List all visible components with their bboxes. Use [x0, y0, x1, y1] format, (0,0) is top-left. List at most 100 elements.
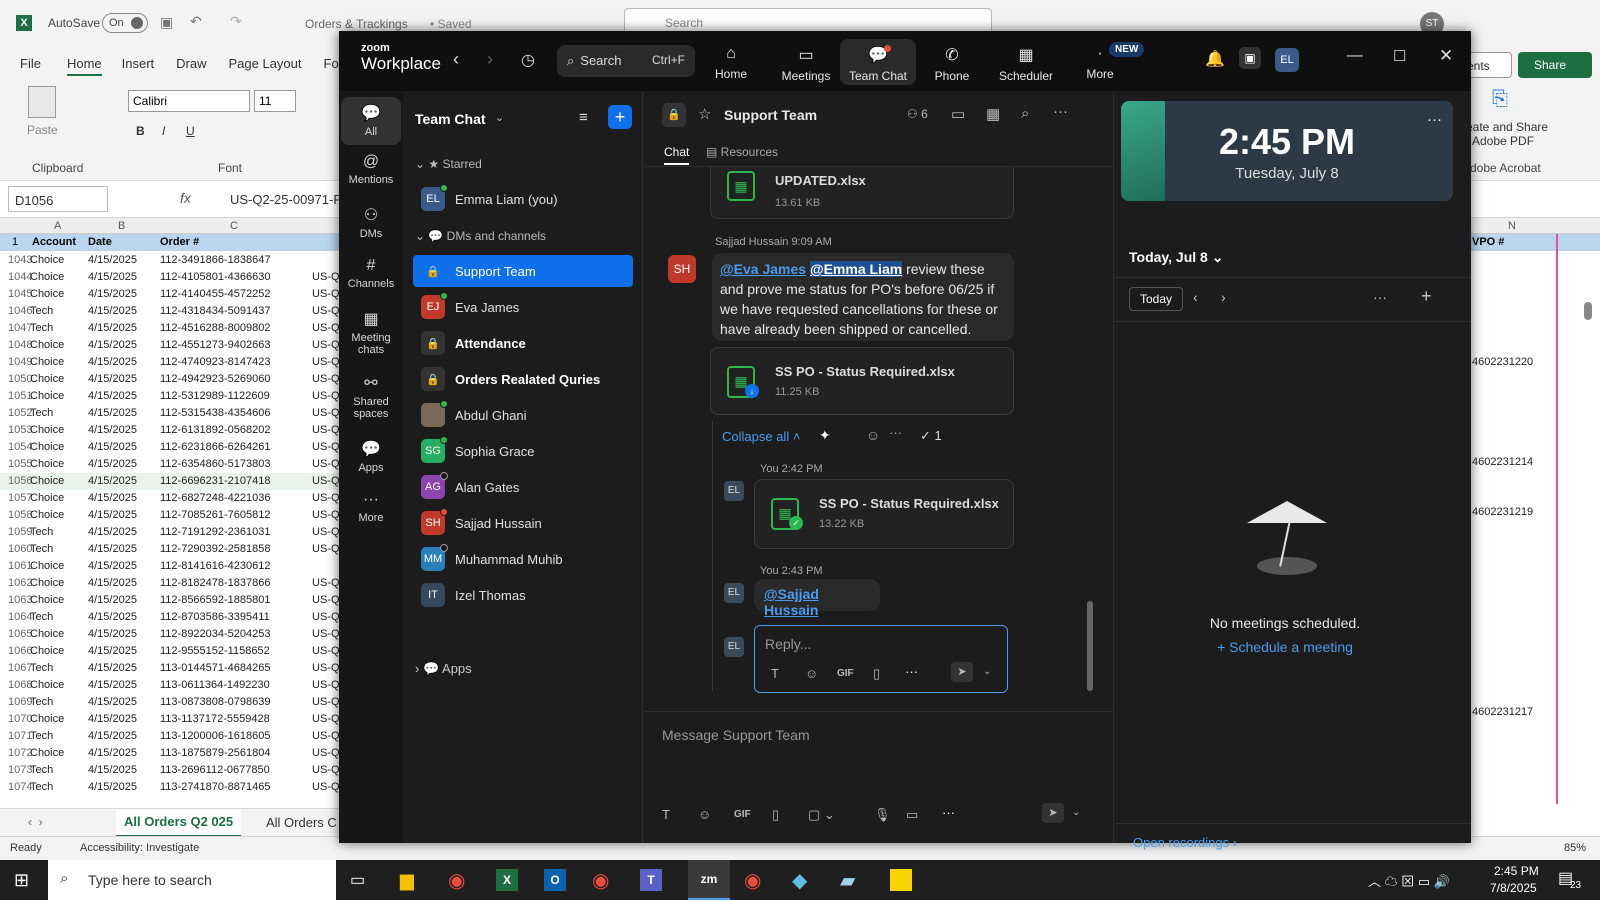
table-row[interactable]: 1057 Choice 4/15/2025 112-6827248-4221036 US… [0, 490, 340, 507]
table-cell-vpo[interactable]: US-Q [312, 543, 340, 555]
table-cell-vpo[interactable]: US-Q [312, 390, 340, 402]
menu-draw[interactable]: Draw [176, 56, 206, 76]
file-icon[interactable]: ▯ [873, 666, 880, 682]
apps-section[interactable]: › 💬 Apps [415, 661, 472, 677]
add-meeting-icon[interactable]: + [1421, 286, 1432, 307]
col-header-c[interactable]: C [230, 220, 238, 232]
list-item-abdul-ghani[interactable]: Abdul Ghani [413, 399, 633, 431]
table-cell-account[interactable]: Tech [30, 322, 53, 334]
text-format-icon[interactable]: T [771, 666, 779, 681]
font-size-select[interactable]: 11 [254, 90, 296, 112]
table-cell-vpo[interactable]: US-Q [312, 611, 340, 623]
table-cell-account[interactable]: Choice [30, 594, 64, 606]
table-row[interactable]: 1046 Tech 4/15/2025 112-4318434-5091437 US-Q [0, 303, 340, 320]
excel-taskbar-icon[interactable]: X [496, 869, 518, 891]
doc-title[interactable]: Orders & Trackings [305, 17, 408, 31]
table-cell-account[interactable]: Tech [30, 662, 53, 674]
table-cell-vpo[interactable]: US-Q [312, 509, 340, 521]
rail-channels[interactable]: # Channels [341, 257, 401, 290]
table-cell-order[interactable]: 112-8566592-1885801 [160, 594, 271, 606]
table-row[interactable]: 1050 Choice 4/15/2025 112-4942923-5269060 US… [0, 371, 340, 388]
gif-button[interactable]: GIF [837, 668, 854, 679]
table-cell-date[interactable]: 4/15/2025 [88, 373, 137, 385]
tab-resources[interactable]: ▤ Resources [706, 145, 778, 159]
paste-label[interactable]: Paste [27, 123, 58, 137]
table-cell-date[interactable]: 4/15/2025 [88, 305, 137, 317]
table-row[interactable]: 1048 Choice 4/15/2025 112-4551273-9402663 US… [0, 337, 340, 354]
tray-icons[interactable]: ︿ ☁ ⊠ ▭ 🔊 [1368, 871, 1450, 890]
send-icon[interactable]: ➤ [1042, 803, 1064, 823]
table-cell-vpo[interactable]: US-Q [312, 764, 340, 776]
table-cell-account[interactable]: Choice [30, 424, 64, 436]
send-icon[interactable]: ➤ [951, 662, 973, 682]
notifications-bell-icon[interactable]: 🔔 [1205, 49, 1225, 69]
nav-home[interactable]: ⌂ Home [693, 45, 769, 81]
table-cell-date[interactable]: 4/15/2025 [88, 611, 137, 623]
today-button[interactable]: Today [1129, 287, 1184, 311]
sheet-tab-active[interactable]: All Orders Q2 025 [116, 809, 242, 837]
table-cell-order[interactable]: 112-8703586-3395411 [160, 611, 270, 623]
table-cell-vpo[interactable]: US-Q [312, 475, 340, 487]
file-card[interactable]: ▦ UPDATED.xlsx 13.61 KB [710, 167, 1014, 219]
table-cell-account[interactable]: Tech [30, 526, 53, 538]
table-cell-order[interactable]: 112-4942923-5269060 [160, 373, 271, 385]
table-cell-order[interactable]: 113-0611364-1492230 [160, 679, 270, 691]
bold-button[interactable]: B [136, 124, 145, 138]
chevron-down-icon[interactable]: ⌄ [495, 111, 504, 124]
table-cell-vpo[interactable]: US-Q [312, 662, 340, 674]
calendar-icon[interactable]: ▦ [986, 105, 1000, 123]
table-cell-order[interactable]: 112-4318434-5091437 [160, 305, 271, 317]
table-cell-account[interactable]: Choice [30, 645, 64, 657]
table-cell-account[interactable]: Choice [30, 713, 64, 725]
col-header-b[interactable]: B [118, 220, 125, 232]
table-cell-date[interactable]: 4/15/2025 [88, 356, 137, 368]
chat-scrollbar[interactable] [1087, 601, 1093, 691]
file-icon[interactable]: ▯ [772, 807, 779, 823]
table-cell-order[interactable]: 113-1200006-1618605 [160, 730, 271, 742]
table-cell-account[interactable]: Choice [30, 577, 64, 589]
nav-scheduler[interactable]: ▦ Scheduler [988, 45, 1064, 83]
table-cell-order[interactable]: 112-5312989-1122609 [160, 390, 270, 402]
nav-phone[interactable]: ✆ Phone [914, 45, 990, 83]
table-cell-order[interactable]: 112-7290392-2581858 [160, 543, 271, 555]
table-cell-vpo[interactable]: US-Q [312, 492, 340, 504]
chrome-icon[interactable]: ◉ [744, 868, 761, 893]
table-row[interactable]: 1066 Choice 4/15/2025 112-9555152-1158652 US… [0, 643, 340, 660]
collapse-all-button[interactable]: Collapse all ˄ [722, 429, 800, 444]
table-cell-order[interactable]: 112-4551273-9402663 [160, 339, 271, 351]
table-cell-order[interactable]: 113-2696112-0677850 [160, 764, 270, 776]
table-cell-account[interactable]: Choice [30, 271, 64, 283]
text-format-icon[interactable]: T [662, 807, 670, 822]
table-cell-date[interactable]: 4/15/2025 [88, 679, 137, 691]
table-row[interactable]: 1053 Choice 4/15/2025 112-6131892-0568202 US… [0, 422, 340, 439]
table-row[interactable]: 1056 Choice 4/15/2025 112-6696231-2107418 US… [0, 473, 340, 490]
table-cell-date[interactable]: 4/15/2025 [88, 475, 137, 487]
table-cell-account[interactable]: Tech [30, 305, 53, 317]
menu-formulas[interactable]: Fo [324, 56, 339, 76]
filter-icon[interactable]: ≡ [579, 109, 588, 126]
calendar-date-select[interactable]: Today, Jul 8 ⌄ [1129, 249, 1223, 266]
table-cell-vpo[interactable]: US-Q [312, 424, 340, 436]
table-cell-account[interactable]: Tech [30, 730, 53, 742]
rail-meeting-chats[interactable]: ▦ Meeting chats [341, 309, 401, 356]
table-cell-date[interactable]: 4/15/2025 [88, 594, 137, 606]
right-col-value[interactable]: 4602231217 [1472, 706, 1533, 718]
table-row[interactable]: 1073 Tech 4/15/2025 113-2696112-0677850 US-Q [0, 762, 340, 779]
table-cell-date[interactable]: 4/15/2025 [88, 696, 137, 708]
minimize-icon[interactable]: — [1347, 47, 1363, 65]
table-cell-account[interactable]: Tech [30, 407, 53, 419]
table-row[interactable]: 1054 Choice 4/15/2025 112-6231866-6264261 US… [0, 439, 340, 456]
task-view-icon[interactable]: ▭ [350, 870, 365, 890]
adobe-line2[interactable]: Adobe PDF [1472, 134, 1534, 148]
table-cell-vpo[interactable]: US-Q [312, 271, 340, 283]
sheet-nav-icon[interactable]: ‹ › [28, 815, 43, 829]
table-cell-account[interactable]: Choice [30, 679, 64, 691]
microphone-icon[interactable]: 🎙 [874, 807, 891, 823]
list-item-eva-james[interactable]: EJ Eva James [413, 291, 633, 323]
table-cell-order[interactable]: 112-4140455-4572252 [160, 288, 271, 300]
table-cell-order[interactable]: 112-6131892-0568202 [160, 424, 271, 436]
file-explorer-icon[interactable]: ▆ [400, 870, 414, 891]
table-cell-order[interactable]: 112-7191292-2361031 [160, 526, 271, 538]
table-row[interactable]: 1065 Choice 4/15/2025 112-8922034-5204253 US… [0, 626, 340, 643]
chrome-icon[interactable]: ◉ [592, 868, 609, 893]
